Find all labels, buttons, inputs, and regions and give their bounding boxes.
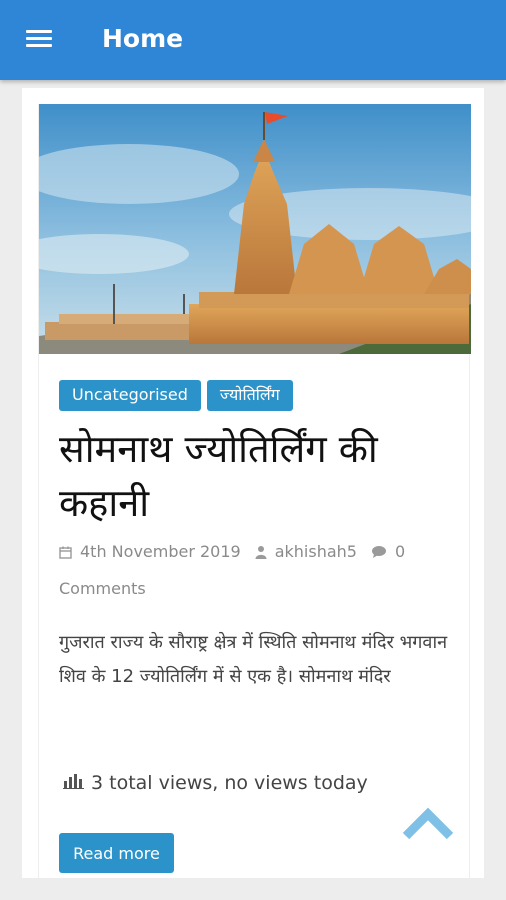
temple-image <box>39 104 471 354</box>
calendar-icon <box>59 536 72 571</box>
category-tag-jyotirlinga[interactable]: ज्योतिर्लिंग <box>206 380 293 411</box>
category-tag-uncategorised[interactable]: Uncategorised <box>59 380 201 411</box>
post-meta: 4th November 2019 akhishah5 0 Comments <box>59 534 449 606</box>
comment-icon <box>371 536 387 571</box>
post-views: 3 total views, no views today <box>63 772 368 794</box>
post-excerpt: गुजरात राज्य के सौराष्ट्र क्षेत्र में स्… <box>59 632 448 687</box>
post-date[interactable]: 4th November 2019 <box>80 542 241 561</box>
post-card: Uncategorised ज्योतिर्लिंग सोमनाथ ज्योति… <box>38 104 471 878</box>
read-more-button[interactable]: Read more <box>59 833 174 873</box>
category-tags: Uncategorised ज्योतिर्लिंग <box>59 380 293 411</box>
post-title[interactable]: सोमनाथ ज्योतिर्लिंग की कहानी <box>59 422 459 530</box>
user-icon <box>255 536 267 571</box>
post-author[interactable]: akhishah5 <box>275 542 357 561</box>
app-bar: Home <box>0 0 506 80</box>
content-area: Uncategorised ज्योतिर्लिंग सोमनाथ ज्योति… <box>22 88 484 878</box>
scroll-to-top-icon[interactable] <box>400 804 456 844</box>
views-count: 3 total views, no views today <box>91 772 368 794</box>
post-featured-image[interactable] <box>39 104 471 354</box>
hamburger-menu-icon[interactable] <box>22 26 56 54</box>
page-title: Home <box>102 24 184 53</box>
bar-chart-icon <box>63 772 85 794</box>
